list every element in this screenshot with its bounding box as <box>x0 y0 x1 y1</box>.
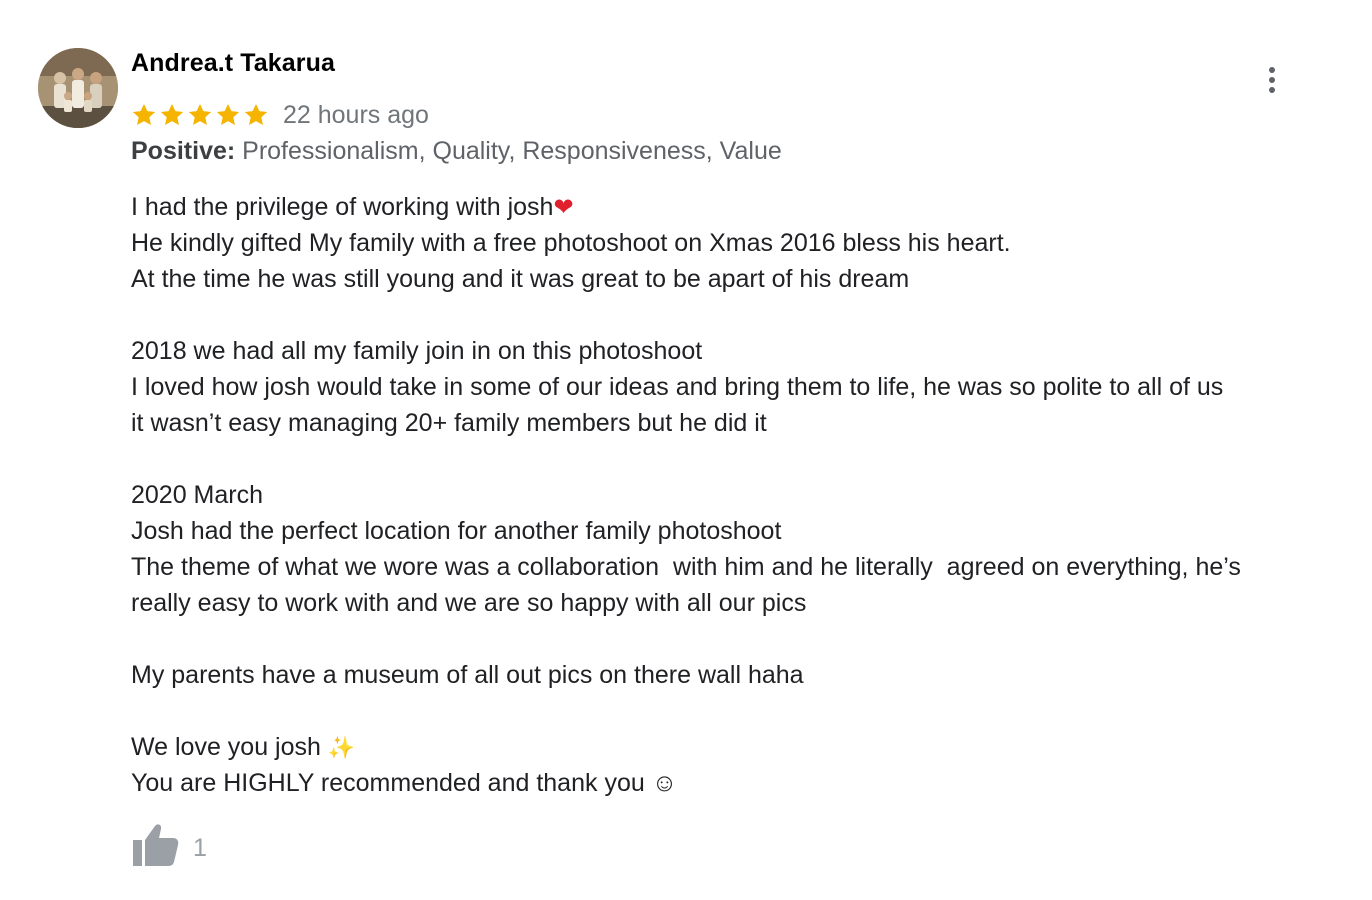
like-row: 1 <box>131 820 207 870</box>
review-line: I had the privilege of working with josh… <box>131 193 574 221</box>
review-line: really easy to work with and we are so h… <box>131 589 807 617</box>
review-line: it wasn’t easy managing 20+ family membe… <box>131 409 767 437</box>
review-line: The theme of what we wore was a collabor… <box>131 553 1241 581</box>
review-line: My parents have a museum of all out pics… <box>131 661 804 689</box>
review-card: Andrea.t Takarua 22 hours ago Positive: … <box>0 0 1372 900</box>
attributes-label: Positive: <box>131 137 236 165</box>
star-icon <box>160 103 184 125</box>
review-line <box>131 441 1331 477</box>
review-line <box>131 621 1331 657</box>
review-line <box>131 297 1331 333</box>
review-line: Josh had the perfect location for anothe… <box>131 517 782 545</box>
avatar[interactable] <box>38 48 118 128</box>
like-count: 1 <box>193 834 207 862</box>
review-line: At the time he was still young and it wa… <box>131 265 910 293</box>
attributes-values: Professionalism, Quality, Responsiveness… <box>235 137 782 165</box>
thumb-up-icon <box>133 824 179 866</box>
more-vert-icon <box>1269 67 1275 93</box>
review-line: 2018 we had all my family join in on thi… <box>131 337 703 365</box>
star-icon <box>216 103 240 125</box>
heart-emoji: ❤ <box>553 193 574 221</box>
star-icon <box>132 103 156 125</box>
star-icon <box>188 103 212 125</box>
star-icon <box>244 103 268 125</box>
review-line: You are HIGHLY recommended and thank you… <box>131 769 678 797</box>
review-text: I had the privilege of working with josh… <box>131 189 1331 801</box>
rating-row: 22 hours ago <box>131 98 429 132</box>
review-line: 2020 March <box>131 481 264 509</box>
review-line: We love you josh ✨ <box>131 733 356 761</box>
star-rating <box>131 102 269 128</box>
review-attributes: Positive: Professionalism, Quality, Resp… <box>131 134 782 168</box>
sparkles-emoji: ✨ <box>327 736 356 761</box>
review-line <box>131 693 1331 729</box>
review-line: He kindly gifted My family with a free p… <box>131 229 1011 257</box>
more-options-button[interactable] <box>1254 60 1290 100</box>
review-line: I loved how josh would take in some of o… <box>131 373 1224 401</box>
review-time: 22 hours ago <box>283 101 429 129</box>
avatar-photo <box>38 48 118 128</box>
like-button[interactable] <box>131 822 179 868</box>
reviewer-name[interactable]: Andrea.t Takarua <box>131 48 335 78</box>
